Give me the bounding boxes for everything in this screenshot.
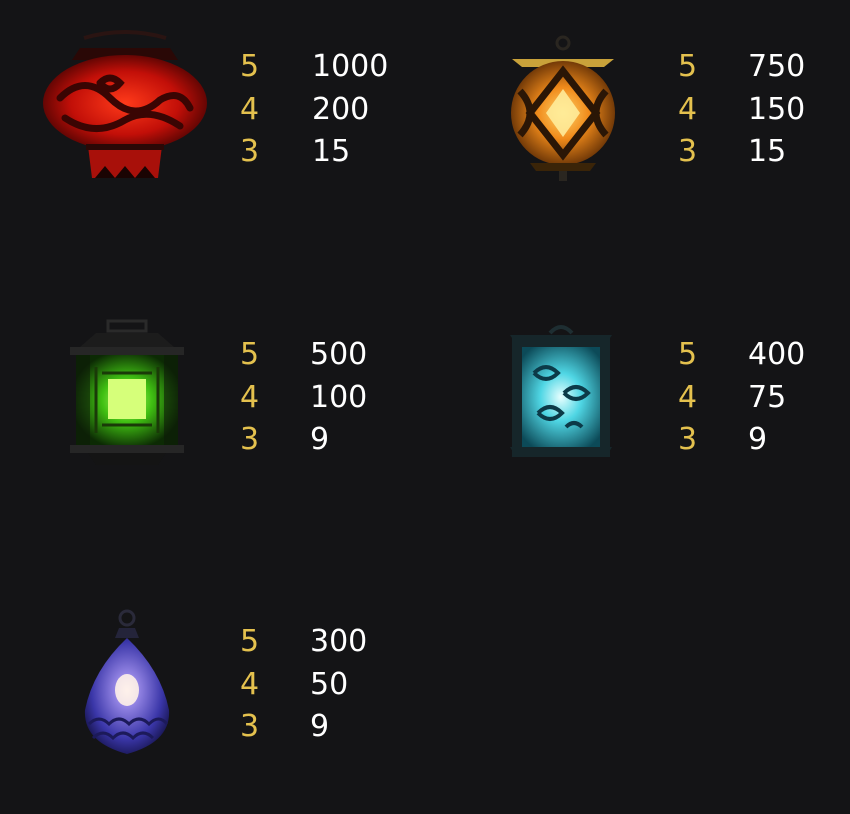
payout-amount: 400: [748, 337, 806, 372]
match-count: 3: [240, 422, 260, 457]
payout-amount: 15: [312, 134, 351, 169]
payout-amount: 1000: [312, 49, 389, 84]
payout-amount: 9: [748, 422, 768, 457]
match-count: 3: [678, 422, 698, 457]
match-count: 5: [240, 624, 260, 659]
payout-amount: 50: [310, 667, 349, 702]
purple-lantern-icon: [75, 606, 179, 762]
match-count: 5: [678, 49, 698, 84]
paytable-symbol-cyan-lantern: 5 400 4 75 3 9: [500, 313, 850, 483]
match-count: 5: [240, 337, 260, 372]
red-dragon-lantern-icon: [40, 28, 210, 188]
match-count: 4: [240, 667, 260, 702]
payout-amount: 9: [310, 422, 330, 457]
match-count: 4: [240, 380, 260, 415]
cyan-lantern-icon: [504, 323, 618, 473]
match-count: 5: [240, 49, 260, 84]
payout-amount: 100: [310, 380, 368, 415]
payout-amount: 300: [310, 624, 368, 659]
payout-amount: 9: [310, 709, 330, 744]
paytable-symbol-red-lantern: 5 1000 4 200 3 15: [40, 25, 440, 195]
paytable-symbol-orange-lantern: 5 750 4 150 3 15: [500, 25, 850, 195]
payout-amount: 500: [310, 337, 368, 372]
match-count: 4: [678, 380, 698, 415]
match-count: 4: [678, 92, 698, 127]
payout-amount: 75: [748, 380, 787, 415]
payout-amount: 150: [748, 92, 806, 127]
match-count: 3: [240, 134, 260, 169]
green-lantern-icon: [66, 317, 190, 477]
paytable-symbol-purple-lantern: 5 300 4 50 3 9: [75, 600, 475, 770]
payout-amount: 15: [748, 134, 787, 169]
payout-amount: 200: [312, 92, 370, 127]
match-count: 3: [240, 709, 260, 744]
payout-amount: 750: [748, 49, 806, 84]
match-count: 5: [678, 337, 698, 372]
paytable-symbol-green-lantern: 5 500 4 100 3 9: [60, 313, 460, 483]
match-count: 3: [678, 134, 698, 169]
orange-lantern-icon: [500, 31, 630, 191]
match-count: 4: [240, 92, 260, 127]
